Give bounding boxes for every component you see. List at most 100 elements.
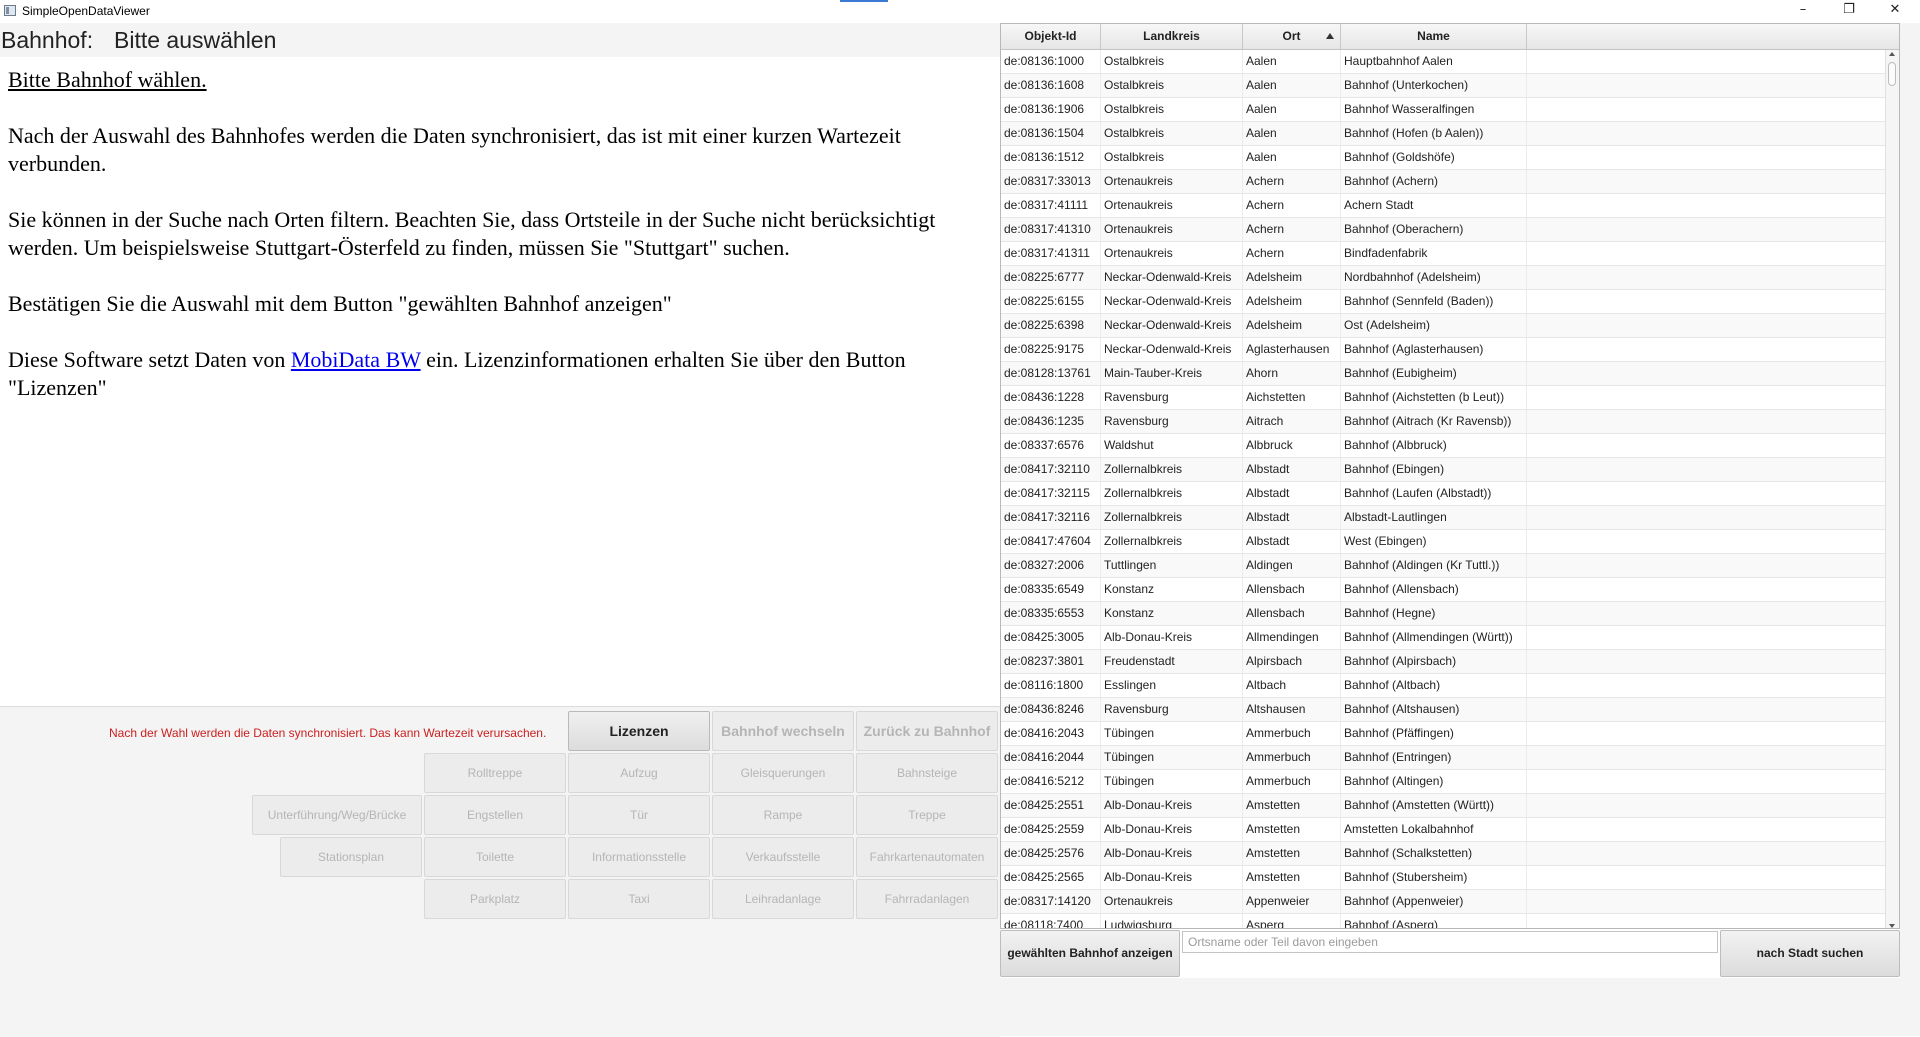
table-row[interactable]: de:08225:6398 Neckar-Odenwald-Kreis Adelsh… — [1001, 314, 1886, 338]
elevator-button[interactable]: Aufzug — [568, 753, 710, 793]
restore-icon[interactable]: ❐ — [1826, 0, 1872, 21]
table-row[interactable]: de:08425:2565 Alb-Donau-Kreis Amstetten Bah… — [1001, 866, 1886, 890]
cell-ort: Aichstetten — [1243, 386, 1341, 409]
table-row[interactable]: de:08425:2576 Alb-Donau-Kreis Amstetten Bah… — [1001, 842, 1886, 866]
ramp-button[interactable]: Rampe — [712, 795, 854, 835]
column-header-objekt-id[interactable]: Objekt-Id — [1001, 24, 1101, 49]
mobidata-link[interactable]: MobiData BW — [291, 347, 421, 372]
table-row[interactable]: de:08136:1512 Ostalbkreis Aalen Bahnhof (Go… — [1001, 146, 1886, 170]
table-row[interactable]: de:08128:13761 Main-Tauber-Kreis Ahorn Bahn… — [1001, 362, 1886, 386]
cell-name: Bahnhof (Aichstetten (b Leut)) — [1341, 386, 1527, 409]
table-row[interactable]: de:08136:1000 Ostalbkreis Aalen Hauptbahnho… — [1001, 50, 1886, 74]
narrow-passages-button[interactable]: Engstellen — [424, 795, 566, 835]
table-row[interactable]: de:08225:6155 Neckar-Odenwald-Kreis Adelsh… — [1001, 290, 1886, 314]
station-plan-button[interactable]: Stationsplan — [280, 837, 422, 877]
scroll-down-icon[interactable] — [1889, 924, 1895, 928]
cell-landkreis: Ortenaukreis — [1101, 218, 1243, 241]
table-row[interactable]: de:08417:32110 Zollernalbkreis Albstadt Bah… — [1001, 458, 1886, 482]
minimize-icon[interactable]: – — [1780, 0, 1826, 21]
table-row[interactable]: de:08225:9175 Neckar-Odenwald-Kreis Aglast… — [1001, 338, 1886, 362]
table-row[interactable]: de:08416:2044 Tübingen Ammerbuch Bahnhof (E… — [1001, 746, 1886, 770]
table-row[interactable]: de:08417:47604 Zollernalbkreis Albstadt Wes… — [1001, 530, 1886, 554]
cell-name: Bahnhof (Amstetten (Württ)) — [1341, 794, 1527, 817]
column-header-ort-cell[interactable]: Ort — [1243, 24, 1341, 49]
city-search-input[interactable] — [1182, 931, 1718, 953]
table-row[interactable]: de:08335:6549 Konstanz Allensbach Bahnhof (… — [1001, 578, 1886, 602]
underpass-button[interactable]: Unterführung/Weg/Brücke — [252, 795, 422, 835]
cell-name: Bahnhof (Aitrach (Kr Ravensb)) — [1341, 410, 1527, 433]
table-row[interactable]: de:08425:3005 Alb-Donau-Kreis Allmendingen… — [1001, 626, 1886, 650]
table-row[interactable]: de:08416:2043 Tübingen Ammerbuch Bahnhof (P… — [1001, 722, 1886, 746]
escalator-button[interactable]: Rolltreppe — [424, 753, 566, 793]
scroll-up-icon[interactable] — [1889, 52, 1895, 56]
column-header-landkreis[interactable]: Landkreis — [1101, 24, 1243, 49]
information-desk-button[interactable]: Informationsstelle — [568, 837, 710, 877]
cell-name: Bahnhof (Hegne) — [1341, 602, 1527, 625]
cell-ort: Altbach — [1243, 674, 1341, 697]
search-city-button[interactable]: nach Stadt suchen — [1720, 930, 1900, 977]
table-row[interactable]: de:08317:41111 Ortenaukreis Achern Achern S… — [1001, 194, 1886, 218]
station-header: Bahnhof: Bitte auswählen — [0, 23, 1000, 57]
table-row[interactable]: de:08225:6777 Neckar-Odenwald-Kreis Adelsh… — [1001, 266, 1886, 290]
table-row[interactable]: de:08136:1906 Ostalbkreis Aalen Bahnhof Was… — [1001, 98, 1886, 122]
cell-objekt-id: de:08416:2043 — [1001, 722, 1101, 745]
table-row[interactable]: de:08136:1608 Ostalbkreis Aalen Bahnhof (Un… — [1001, 74, 1886, 98]
info-panel: Bitte Bahnhof wählen. Nach der Auswahl d… — [8, 66, 993, 430]
scroll-thumb[interactable] — [1888, 62, 1896, 86]
cell-ort: Aldingen — [1243, 554, 1341, 577]
cell-objekt-id: de:08335:6553 — [1001, 602, 1101, 625]
table-row[interactable]: de:08327:2006 Tuttlingen Aldingen Bahnhof (… — [1001, 554, 1886, 578]
cell-objekt-id: de:08417:32116 — [1001, 506, 1101, 529]
ticket-office-button[interactable]: Verkaufsstelle — [712, 837, 854, 877]
cell-objekt-id: de:08317:41111 — [1001, 194, 1101, 217]
table-row[interactable]: de:08237:3801 Freudenstadt Alpirsbach Bahnh… — [1001, 650, 1886, 674]
bike-rental-button[interactable]: Leihradanlage — [712, 879, 854, 919]
stairs-button[interactable]: Treppe — [856, 795, 998, 835]
platforms-button[interactable]: Bahnsteige — [856, 753, 998, 793]
bike-parking-button[interactable]: Fahrradanlagen — [856, 879, 998, 919]
table-row[interactable]: de:08335:6553 Konstanz Allensbach Bahnhof (… — [1001, 602, 1886, 626]
table-row[interactable]: de:08425:2551 Alb-Donau-Kreis Amstetten Bah… — [1001, 794, 1886, 818]
table-row[interactable]: de:08436:1235 Ravensburg Aitrach Bahnhof (A… — [1001, 410, 1886, 434]
cell-ort: Allmendingen — [1243, 626, 1341, 649]
cell-ort: Ammerbuch — [1243, 722, 1341, 745]
cell-ort: Allensbach — [1243, 602, 1341, 625]
table-row[interactable]: de:08337:6576 Waldshut Albbruck Bahnhof (Al… — [1001, 434, 1886, 458]
table-scrollbar[interactable] — [1885, 50, 1899, 928]
table-row[interactable]: de:08317:41310 Ortenaukreis Achern Bahnhof … — [1001, 218, 1886, 242]
table-row[interactable]: de:08416:5212 Tübingen Ammerbuch Bahnhof (A… — [1001, 770, 1886, 794]
table-row[interactable]: de:08317:41311 Ortenaukreis Achern Bindfade… — [1001, 242, 1886, 266]
track-crossings-button[interactable]: Gleisquerungen — [712, 753, 854, 793]
table-row[interactable]: de:08116:1800 Esslingen Altbach Bahnhof (Al… — [1001, 674, 1886, 698]
close-icon[interactable]: ✕ — [1872, 0, 1918, 21]
ticket-machines-button[interactable]: Fahrkartenautomaten — [856, 837, 998, 877]
cell-name: Bahnhof (Laufen (Albstadt)) — [1341, 482, 1527, 505]
taxi-button[interactable]: Taxi — [568, 879, 710, 919]
app-window-icon — [4, 5, 16, 16]
change-station-button[interactable]: Bahnhof wechseln — [712, 711, 854, 751]
cell-ort: Adelsheim — [1243, 266, 1341, 289]
toilet-button[interactable]: Toilette — [424, 837, 566, 877]
table-row[interactable]: de:08425:2559 Alb-Donau-Kreis Amstetten Ams… — [1001, 818, 1886, 842]
table-row[interactable]: de:08317:33013 Ortenaukreis Achern Bahnhof … — [1001, 170, 1886, 194]
table-row[interactable]: de:08317:14120 Ortenaukreis Appenweier Bahn… — [1001, 890, 1886, 914]
table-row[interactable]: de:08417:32116 Zollernalbkreis Albstadt Alb… — [1001, 506, 1886, 530]
parking-button[interactable]: Parkplatz — [424, 879, 566, 919]
table-row[interactable]: de:08118:7400 Ludwigsburg Asperg Bahnhof (A… — [1001, 914, 1886, 928]
back-to-station-button[interactable]: Zurück zu Bahnhof — [856, 711, 998, 751]
cell-ort: Aalen — [1243, 146, 1341, 169]
show-selected-station-button[interactable]: gewählten Bahnhof anzeigen — [1000, 930, 1180, 977]
cell-ort: Asperg — [1243, 914, 1341, 928]
table-row[interactable]: de:08436:8246 Ravensburg Altshausen Bahnhof… — [1001, 698, 1886, 722]
door-button[interactable]: Tür — [568, 795, 710, 835]
table-row[interactable]: de:08436:1228 Ravensburg Aichstetten Bahnho… — [1001, 386, 1886, 410]
licenses-button[interactable]: Lizenzen — [568, 711, 710, 751]
cell-objekt-id: de:08136:1906 — [1001, 98, 1101, 121]
table-row[interactable]: de:08417:32115 Zollernalbkreis Albstadt Bah… — [1001, 482, 1886, 506]
column-header-name[interactable]: Name — [1341, 24, 1527, 49]
table-row[interactable]: de:08136:1504 Ostalbkreis Aalen Bahnhof (Ho… — [1001, 122, 1886, 146]
cell-name: Bahnhof (Altbach) — [1341, 674, 1527, 697]
cell-landkreis: Ortenaukreis — [1101, 890, 1243, 913]
station-table[interactable]: Objekt-Id Landkreis Ort Name de:08136:10… — [1000, 23, 1900, 929]
facility-button-panel: Nach der Wahl werden die Daten synchroni… — [0, 706, 1000, 1037]
